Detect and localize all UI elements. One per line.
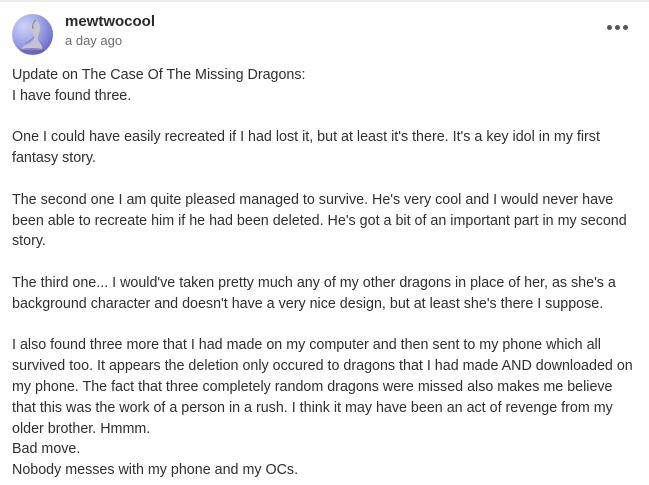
body-line: Update on The Case Of The Missing Dragon… [12,67,306,83]
body-paragraph: One I could have easily recreated if I h… [12,129,600,167]
dragon-avatar-icon [19,19,45,54]
post-card: mewtwocool a day ago Update on The Case … [0,0,649,485]
more-options-button[interactable] [605,18,629,36]
avatar[interactable] [12,14,53,55]
post-timestamp: a day ago [65,33,123,48]
body-line: Bad move. [12,441,81,458]
body-paragraph: The second one I am quite pleased manage… [12,191,627,250]
post-meta: mewtwocool a day ago [65,12,155,49]
body-line: I have found three. [12,87,132,104]
body-paragraph: I also found three more that I had made … [12,337,633,437]
author-name[interactable]: mewtwocool [65,12,155,32]
body-paragraph: The third one... I would've taken pretty… [12,274,616,312]
post-body: Update on The Case Of The Missing Dragon… [12,65,640,481]
body-line: Nobody messes with my phone and my OCs. [12,462,299,479]
more-options-icon [606,24,628,30]
